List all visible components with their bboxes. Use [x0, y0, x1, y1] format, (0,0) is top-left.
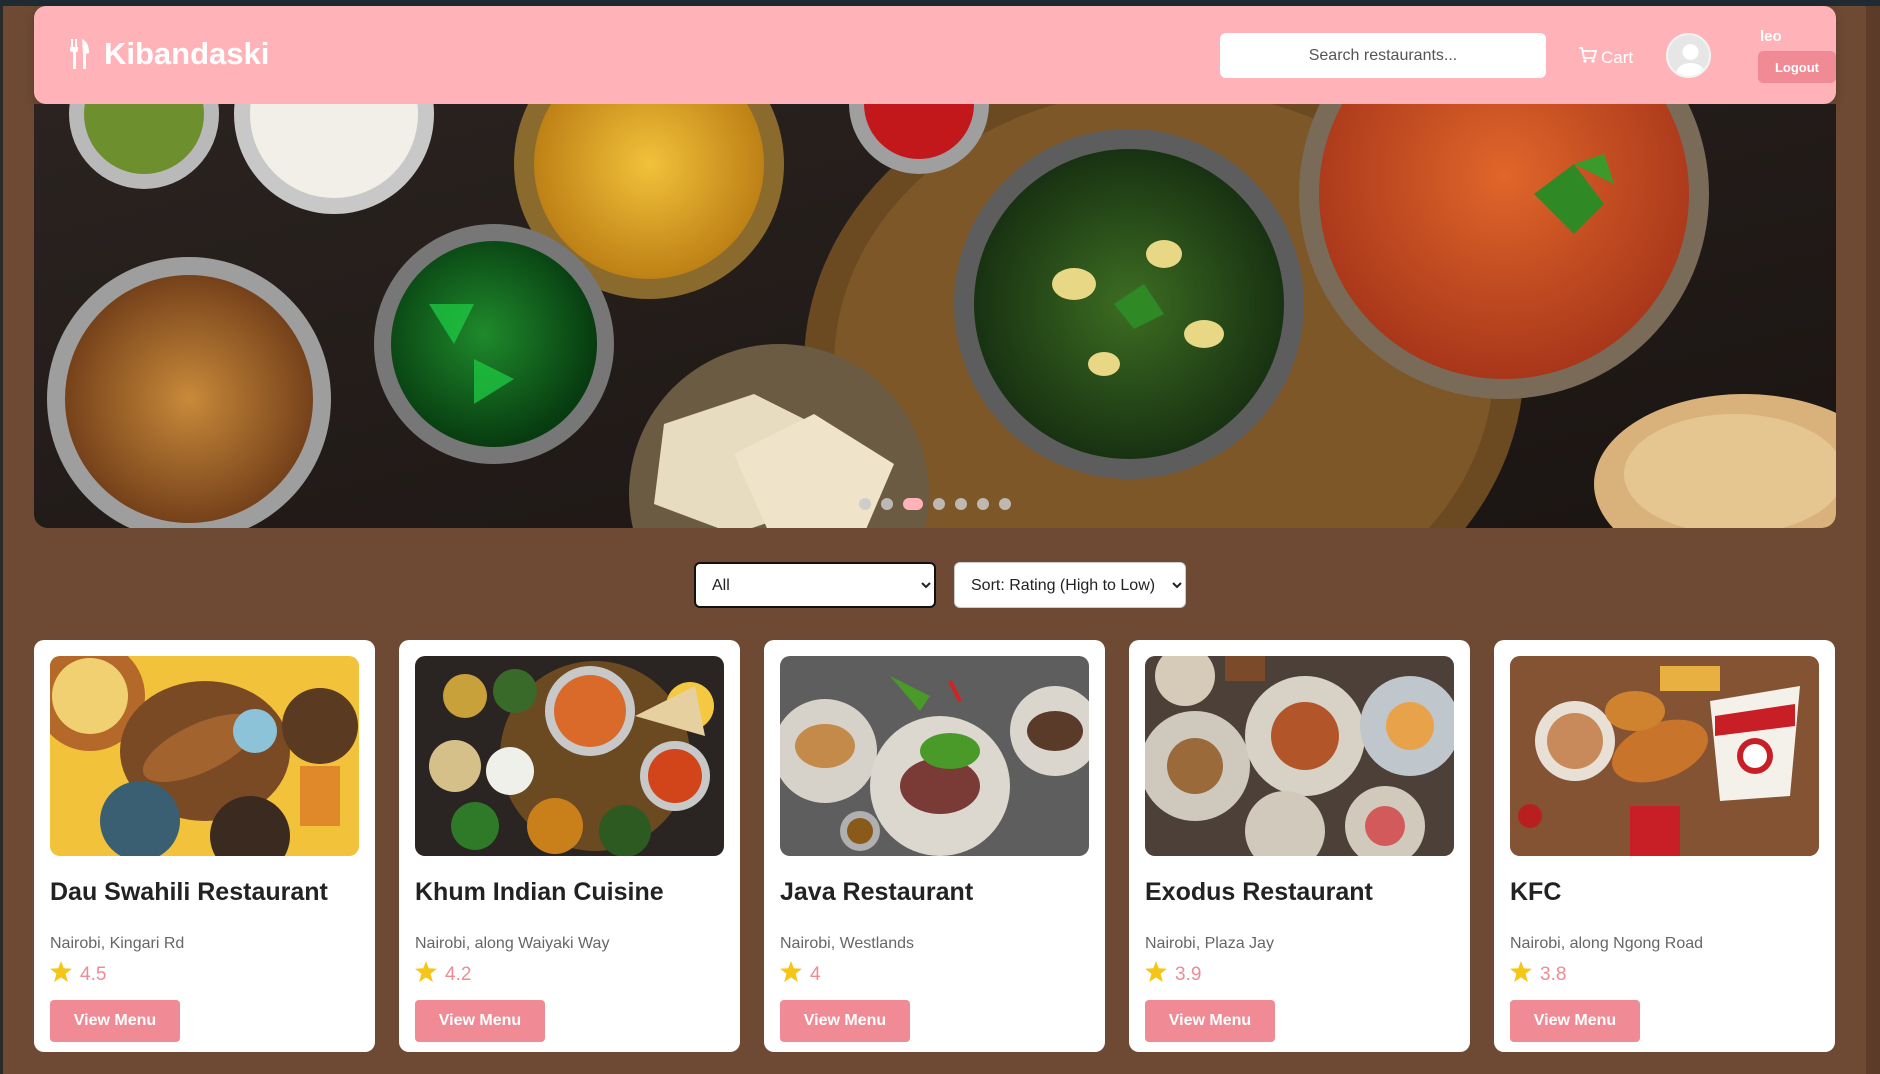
restaurant-location: Nairobi, along Ngong Road [1510, 935, 1704, 952]
restaurant-image[interactable] [780, 656, 1089, 856]
restaurant-name: Exodus Restaurant [1145, 878, 1373, 906]
restaurant-card: Dau Swahili Restaurant Nairobi, Kingari … [34, 640, 375, 1052]
user-name: leo [1760, 28, 1782, 45]
view-menu-button[interactable]: View Menu [1145, 1000, 1275, 1042]
view-menu-button[interactable]: View Menu [50, 1000, 180, 1042]
restaurant-image[interactable] [50, 656, 359, 856]
rating-value: 4 [810, 963, 821, 985]
view-menu-button[interactable]: View Menu [780, 1000, 910, 1042]
search-input[interactable] [1220, 33, 1546, 78]
restaurant-card: Exodus Restaurant Nairobi, Plaza Jay 3.9… [1129, 640, 1470, 1052]
restaurant-grid: Dau Swahili Restaurant Nairobi, Kingari … [34, 640, 1836, 1052]
navbar: Kibandaski Cart leo Logout [34, 6, 1836, 104]
restaurant-image[interactable] [1510, 656, 1819, 856]
view-menu-button[interactable]: View Menu [415, 1000, 545, 1042]
restaurant-image[interactable] [1145, 656, 1454, 856]
restaurant-location: Nairobi, Westlands [780, 935, 914, 952]
carousel-dot[interactable] [859, 498, 871, 510]
cart-icon [1579, 47, 1598, 68]
restaurant-rating: 4.2 [415, 961, 724, 988]
brand-logo[interactable]: Kibandaski [70, 36, 269, 72]
carousel-dot[interactable] [977, 498, 989, 510]
restaurant-card: Java Restaurant Nairobi, Westlands 4 Vie… [764, 640, 1105, 1052]
left-edge [0, 6, 3, 1074]
restaurant-name: KFC [1510, 878, 1562, 906]
restaurant-card: KFC Nairobi, along Ngong Road 3.8 View M… [1494, 640, 1835, 1052]
carousel-dot[interactable] [955, 498, 967, 510]
rating-value: 4.2 [445, 963, 472, 985]
restaurant-name: Khum Indian Cuisine [415, 878, 664, 906]
utensils-icon [70, 39, 90, 69]
restaurant-name: Java Restaurant [780, 878, 974, 906]
restaurant-rating: 4 [780, 961, 1089, 988]
restaurant-rating: 4.5 [50, 961, 359, 988]
rating-value: 3.9 [1175, 963, 1202, 985]
logout-button[interactable]: Logout [1758, 51, 1836, 83]
cart-label: Cart [1601, 47, 1634, 67]
hero-carousel[interactable] [34, 104, 1836, 528]
restaurant-image[interactable] [415, 656, 724, 856]
category-select[interactable]: All [694, 562, 936, 608]
star-icon [50, 961, 72, 988]
user-icon [1676, 44, 1705, 76]
brand-name: Kibandaski [104, 36, 270, 71]
page: Kibandaski Cart leo Logout [0, 6, 1880, 1074]
carousel-dot[interactable] [933, 498, 945, 510]
carousel-dot[interactable] [881, 498, 893, 510]
view-menu-button[interactable]: View Menu [1510, 1000, 1640, 1042]
star-icon [780, 961, 802, 988]
carousel-dots [34, 498, 1836, 510]
rating-value: 3.8 [1540, 963, 1567, 985]
avatar[interactable] [1666, 33, 1711, 78]
restaurant-name: Dau Swahili Restaurant [50, 878, 328, 906]
star-icon [1145, 961, 1167, 988]
hero-food-image [34, 104, 1836, 528]
star-icon [1510, 961, 1532, 988]
restaurant-rating: 3.9 [1145, 961, 1454, 988]
cart-link[interactable]: Cart [1579, 47, 1633, 68]
carousel-dot[interactable] [903, 498, 923, 510]
scrollbar-track[interactable] [1866, 6, 1880, 1074]
restaurant-location: Nairobi, Plaza Jay [1145, 935, 1274, 952]
carousel-dot[interactable] [999, 498, 1011, 510]
restaurant-rating: 3.8 [1510, 961, 1819, 988]
filter-bar: All Sort: Rating (High to Low) [0, 562, 1880, 608]
star-icon [415, 961, 437, 988]
sort-select[interactable]: Sort: Rating (High to Low) [954, 562, 1186, 608]
restaurant-location: Nairobi, Kingari Rd [50, 935, 185, 952]
restaurant-card: Khum Indian Cuisine Nairobi, along Waiya… [399, 640, 740, 1052]
rating-value: 4.5 [80, 963, 107, 985]
restaurant-location: Nairobi, along Waiyaki Way [415, 935, 610, 952]
